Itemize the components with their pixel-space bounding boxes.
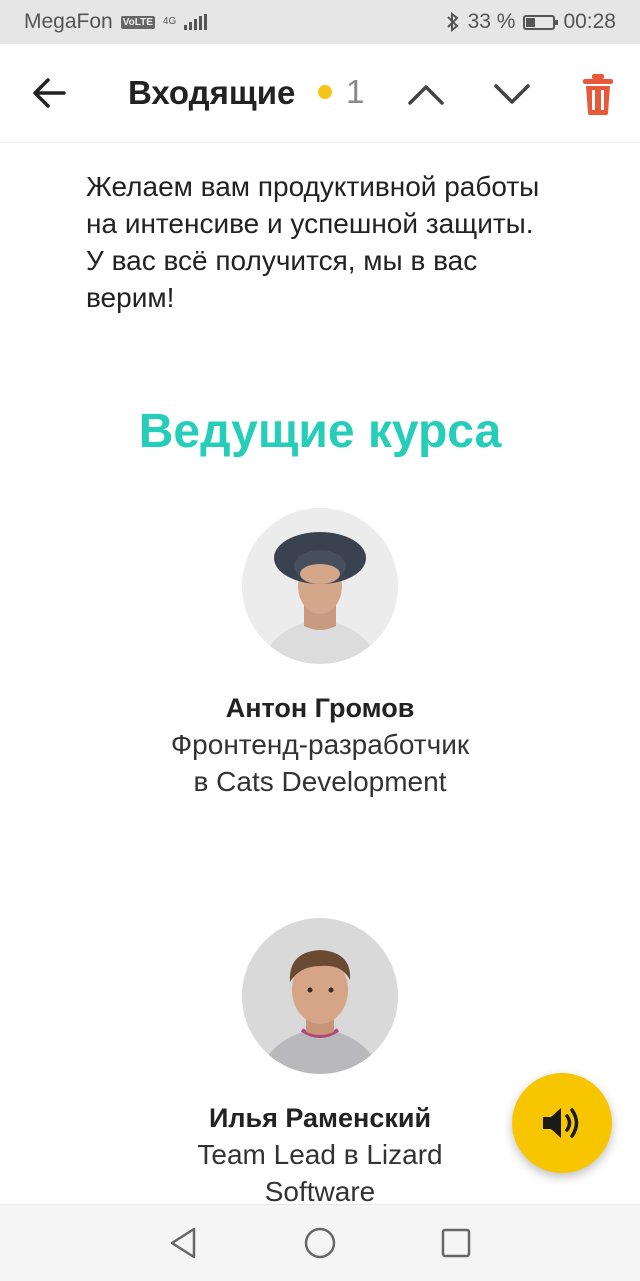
battery-icon bbox=[523, 14, 559, 30]
back-arrow-icon[interactable] bbox=[24, 70, 74, 116]
listen-button[interactable] bbox=[512, 1073, 612, 1173]
signal-icon bbox=[184, 14, 208, 30]
nav-home-icon[interactable] bbox=[302, 1225, 338, 1261]
system-nav-bar bbox=[0, 1204, 640, 1281]
bluetooth-icon bbox=[446, 12, 459, 32]
toolbar: Входящие 1 bbox=[0, 44, 640, 143]
speaker-avatar bbox=[242, 918, 398, 1074]
speaker-avatar bbox=[242, 508, 398, 664]
intro-text: Желаем вам продуктивной работы на интенс… bbox=[86, 171, 540, 313]
chevron-down-icon[interactable] bbox=[490, 74, 534, 114]
trash-icon[interactable] bbox=[578, 72, 618, 116]
battery-percent: 33 % bbox=[467, 10, 516, 33]
section-title: Ведущие курса bbox=[138, 405, 502, 458]
page-title: Входящие bbox=[128, 74, 296, 111]
unread-count: 1 bbox=[346, 73, 365, 110]
carrier-name: MegaFon bbox=[24, 10, 113, 33]
speaker-photo-hat bbox=[242, 508, 398, 664]
network-type: 4G bbox=[162, 16, 177, 27]
speaker-role: Team Lead в Lizard Software bbox=[197, 1139, 443, 1207]
speaker-role: Фронтенд-разработчик в Cats Development bbox=[170, 729, 470, 797]
volte-badge: VoLTE bbox=[120, 15, 155, 29]
chevron-up-icon[interactable] bbox=[404, 74, 448, 114]
speaker-photo-portrait bbox=[242, 918, 398, 1074]
status-bar: MegaFon VoLTE 4G 33 % 00:28 bbox=[0, 0, 640, 44]
speaker-name: Антон Громов bbox=[225, 693, 415, 723]
unread-dot bbox=[318, 85, 332, 99]
nav-back-icon[interactable] bbox=[166, 1225, 200, 1261]
nav-recent-icon[interactable] bbox=[440, 1227, 472, 1259]
speaker-volume-icon bbox=[543, 1108, 579, 1138]
speaker-card: Антон Громов Фронтенд-разработчик в Cats… bbox=[0, 508, 640, 800]
clock: 00:28 bbox=[563, 10, 616, 33]
